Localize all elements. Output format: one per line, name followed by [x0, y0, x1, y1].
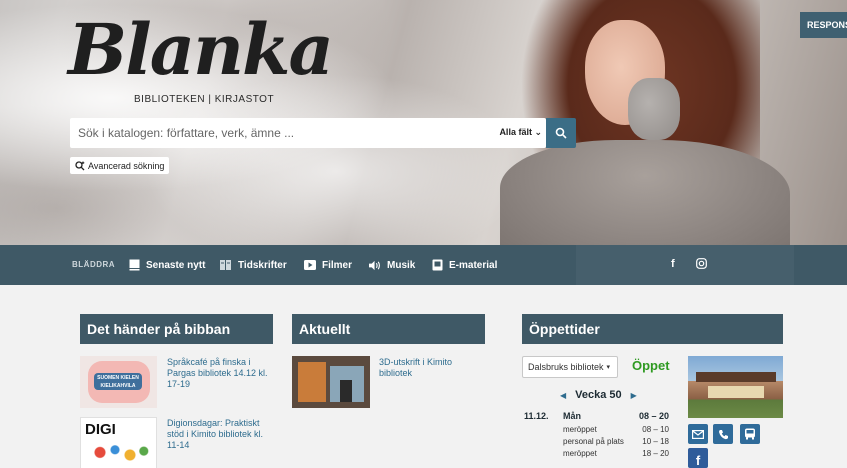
facebook-icon: f — [671, 258, 675, 270]
logo-wordmark: Blanka — [68, 8, 334, 91]
events-heading: Det händer på bibban — [80, 314, 273, 344]
advanced-search-link[interactable]: Avancerad sökning — [70, 157, 170, 174]
hours-row: meröppet 18 – 20 — [524, 449, 669, 460]
nav-social-panel — [576, 245, 794, 285]
nav-item-filmer[interactable]: Filmer — [304, 257, 352, 273]
hero-photo-coat — [500, 140, 790, 245]
search-button[interactable] — [546, 118, 576, 148]
email-button[interactable] — [688, 424, 708, 444]
week-label: Vecka 50 — [575, 389, 622, 401]
thumbnail-caption: DIGI — [85, 421, 116, 438]
hours-name: Mån — [563, 411, 581, 421]
hero-banner: Blanka BIBLIOTEKEN | KIRJASTOT Alla fält… — [0, 0, 847, 245]
ebook-icon — [431, 259, 443, 271]
week-selector: ◀ Vecka 50 ▶ — [560, 389, 637, 401]
library-photo — [688, 356, 783, 418]
advanced-search-label: Avancerad sökning — [88, 160, 165, 171]
nav-item-label: Tidskrifter — [238, 259, 287, 271]
hero-photo-mitten — [628, 78, 680, 140]
speaker-icon — [369, 259, 381, 271]
nav-item-e-material[interactable]: E-material — [431, 257, 497, 273]
event-thumbnail-digi[interactable]: DIGI — [80, 417, 157, 468]
search-plus-icon — [75, 160, 85, 170]
nav-edge — [794, 245, 847, 285]
news-link-3d-utskrift[interactable]: 3D-utskrift i Kimito bibliotek — [379, 357, 479, 379]
facebook-link[interactable]: f — [671, 258, 675, 270]
hours-row: meröppet 08 – 10 — [524, 425, 669, 436]
thumbnail-caption: SUOMEN KIELEN KIELIKAHVILA — [94, 373, 142, 390]
event-link-digionsdagar[interactable]: Digionsdagar: Praktiskt stöd i Kimito bi… — [167, 418, 273, 451]
hours-row: personal på plats 10 – 18 — [524, 437, 669, 448]
hours-time: 10 – 18 — [642, 437, 669, 446]
next-week-icon[interactable]: ▶ — [631, 391, 637, 400]
search-field-label: Alla fält — [499, 127, 532, 137]
nav-item-label: Musik — [387, 259, 416, 271]
book-icon — [128, 259, 140, 271]
hours-name: personal på plats — [563, 437, 624, 446]
library-photo-windows — [708, 386, 764, 398]
page: Blanka BIBLIOTEKEN | KIRJASTOT Alla fält… — [0, 0, 847, 468]
open-status: Öppet — [632, 358, 670, 373]
instagram-link[interactable] — [696, 258, 707, 272]
nav-item-senaste-nytt[interactable]: Senaste nytt — [128, 257, 205, 273]
search-icon — [555, 127, 567, 139]
news-heading: Aktuellt — [292, 314, 485, 344]
browse-nav: BLÄDDRA Senaste nytt Tidskrifter Filmer … — [0, 245, 847, 285]
magazine-icon — [220, 259, 232, 271]
hours-name: meröppet — [563, 449, 597, 458]
hours-time: 08 – 20 — [638, 411, 669, 421]
library-photo-roof — [696, 372, 776, 382]
site-logo[interactable]: Blanka BIBLIOTEKEN | KIRJASTOT — [68, 8, 334, 106]
hours-date: 11.12. — [524, 411, 549, 421]
search-input[interactable] — [70, 118, 495, 148]
play-icon — [304, 259, 316, 271]
instagram-icon — [696, 258, 707, 269]
thumbnail-person — [340, 380, 352, 402]
logo-subtitle: BIBLIOTEKEN | KIRJASTOT — [134, 94, 275, 105]
hours-name: meröppet — [563, 425, 597, 434]
mail-icon — [692, 429, 704, 439]
bus-icon — [745, 428, 755, 440]
catalog-search: Alla fält ⌄ — [70, 118, 546, 148]
search-field-select[interactable]: Alla fält ⌄ — [499, 127, 542, 138]
nav-item-label: Senaste nytt — [146, 259, 206, 271]
respons-button[interactable]: RESPONS — [800, 12, 847, 38]
library-select-value: Dalsbruks bibliotek — [528, 362, 604, 372]
library-select[interactable]: Dalsbruks bibliotek ▾ — [522, 356, 618, 378]
thumbnail-shelf — [298, 362, 326, 402]
event-link-sprakcafe[interactable]: Språkcafé på finska i Pargas bibliotek 1… — [167, 357, 273, 390]
nav-item-musik[interactable]: Musik — [369, 257, 415, 273]
thumbnail-illustration — [91, 442, 151, 468]
hours-time: 08 – 10 — [642, 425, 669, 434]
facebook-page-button[interactable]: f — [688, 448, 708, 468]
nav-label: BLÄDDRA — [72, 260, 116, 269]
nav-item-label: Filmer — [322, 259, 353, 271]
prev-week-icon[interactable]: ◀ — [560, 391, 566, 400]
facebook-icon: f — [695, 453, 701, 468]
nav-item-tidskrifter[interactable]: Tidskrifter — [220, 257, 287, 273]
hours-time: 18 – 20 — [642, 449, 669, 458]
chevron-down-icon: ▾ — [606, 364, 611, 371]
news-thumbnail-3d[interactable] — [292, 356, 370, 408]
phone-button[interactable] — [713, 424, 733, 444]
nav-item-label: E-material — [449, 259, 498, 271]
event-thumbnail-sprakcafe[interactable]: SUOMEN KIELEN KIELIKAHVILA — [80, 356, 157, 408]
bus-button[interactable] — [740, 424, 760, 444]
hours-heading: Öppettider — [522, 314, 783, 344]
phone-icon — [718, 429, 728, 439]
hours-row: 11.12. Mån 08 – 20 — [524, 411, 669, 422]
